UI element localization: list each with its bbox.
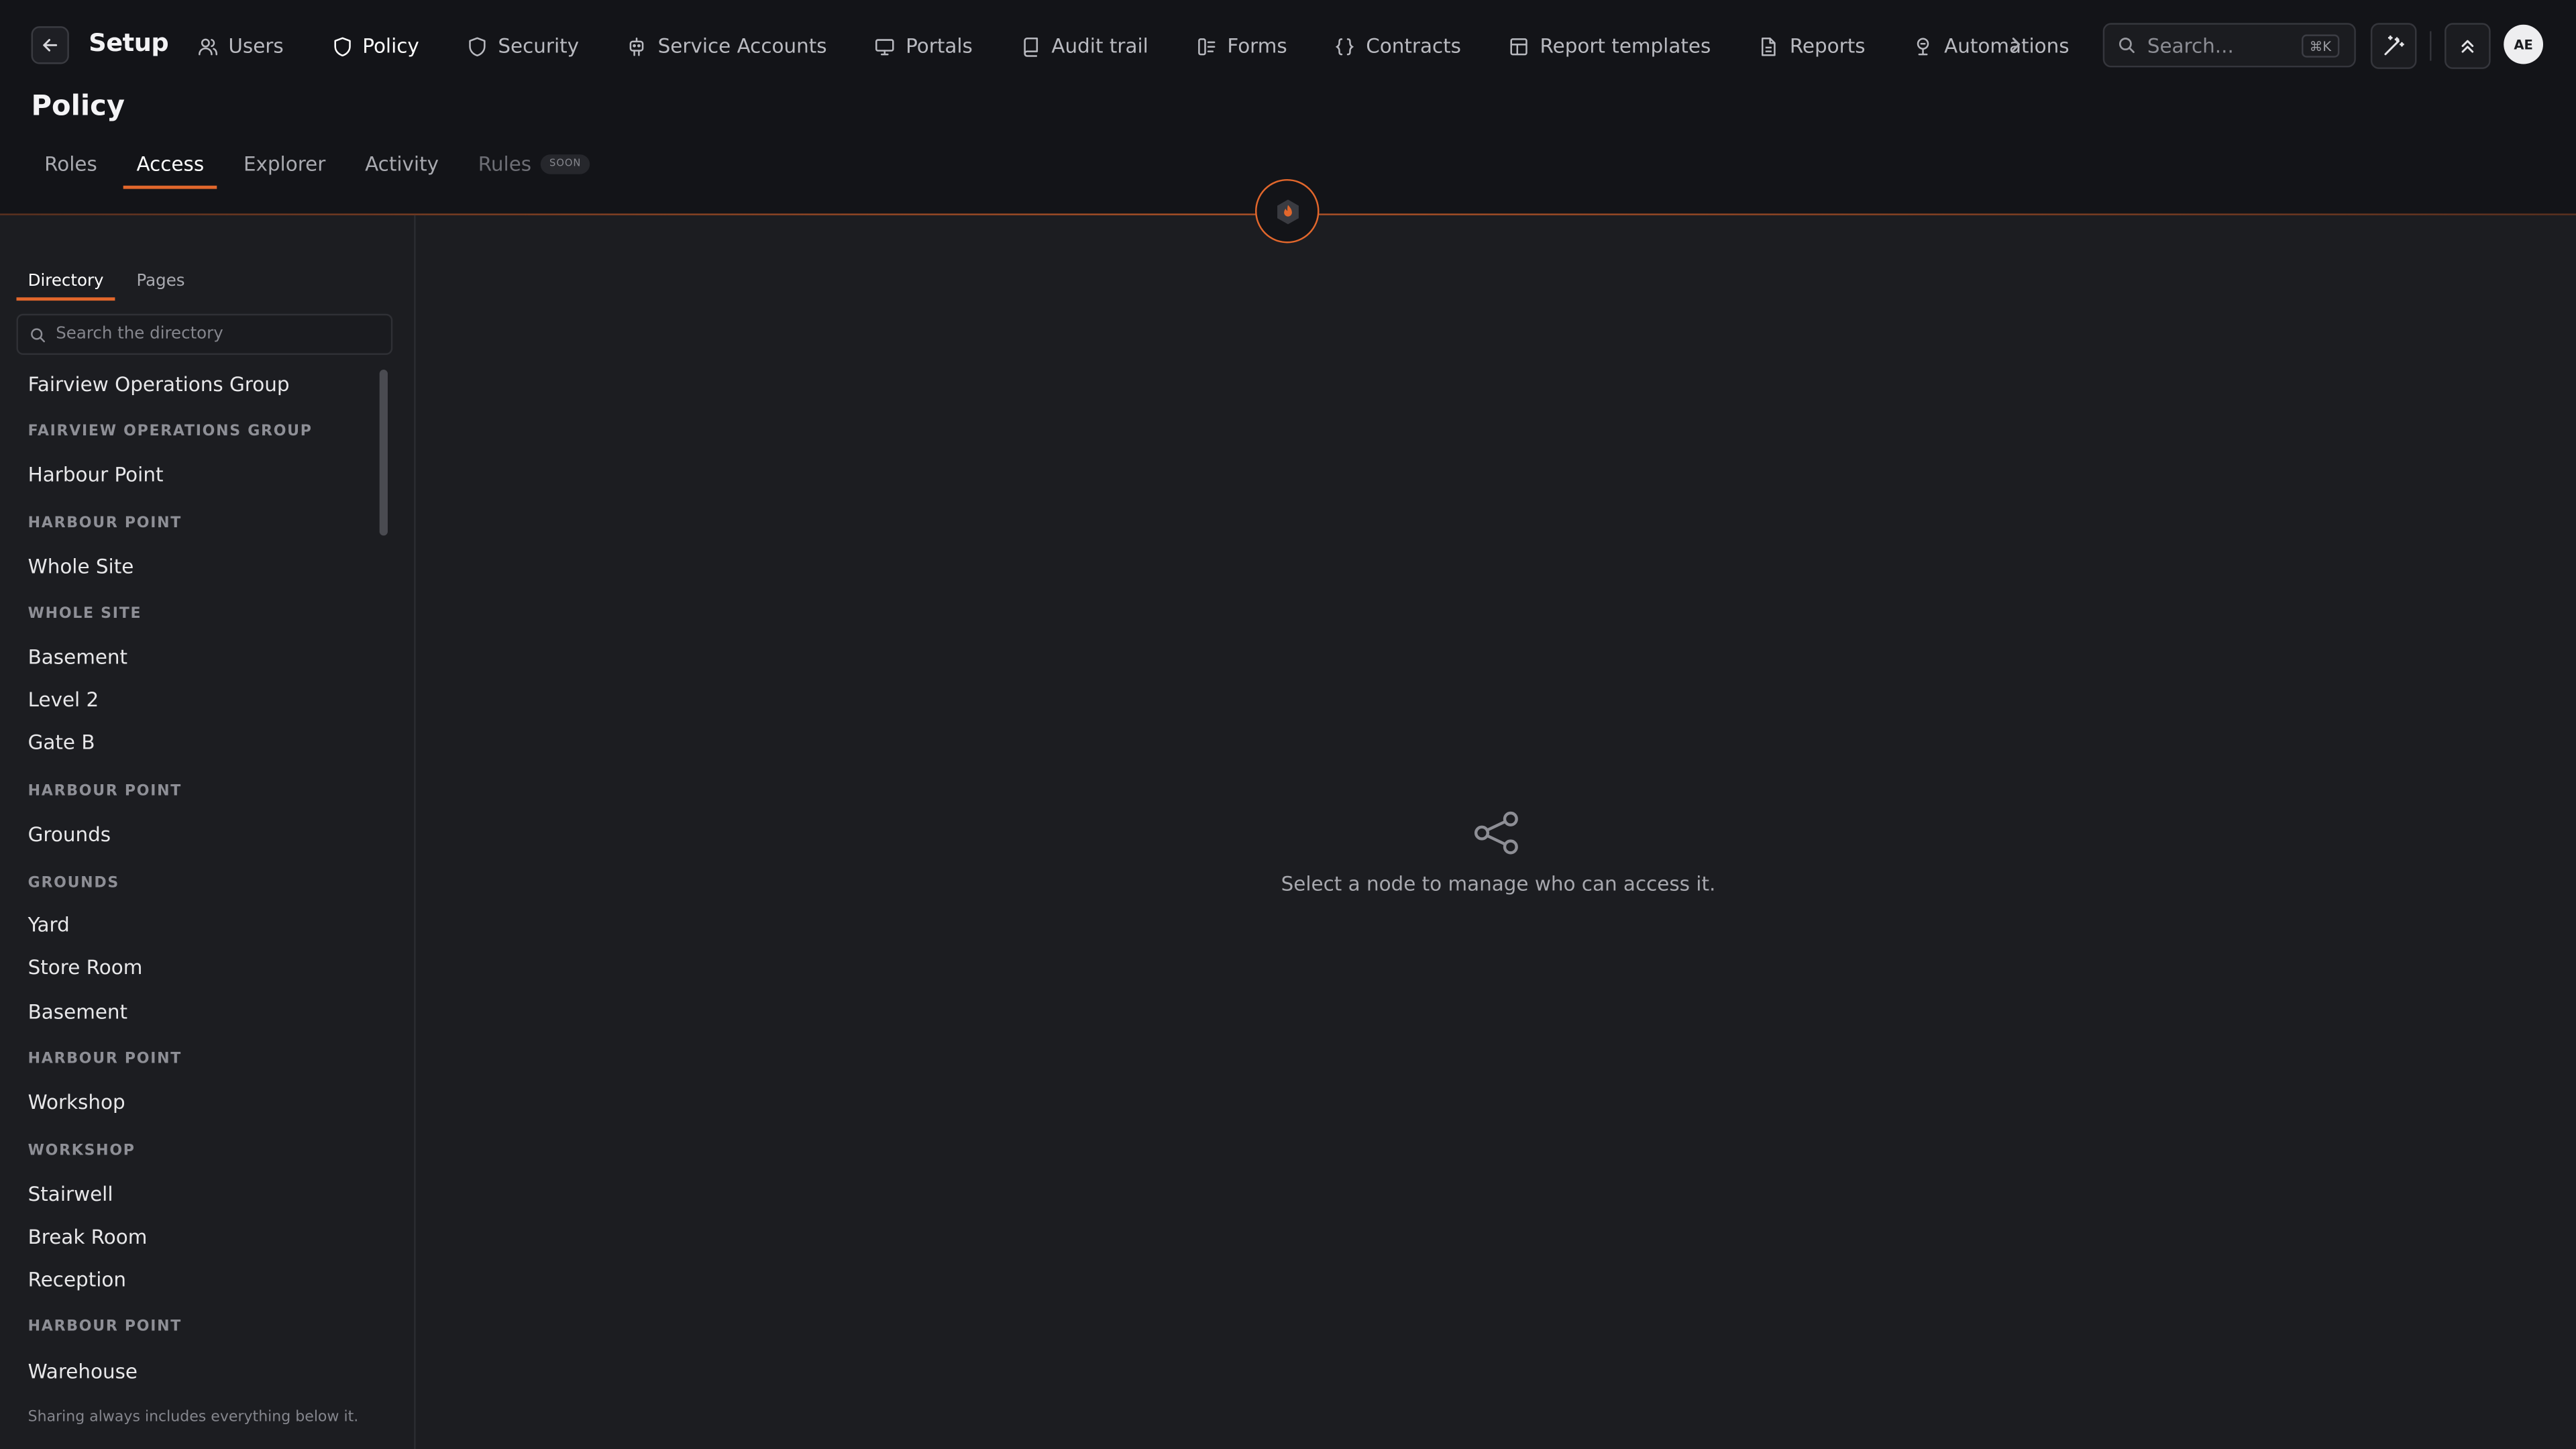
nav-item-audit-trail[interactable]: Audit trail: [1007, 0, 1161, 92]
tree-group-label: HARBOUR POINT: [28, 784, 182, 800]
nav-item-service-accounts[interactable]: Service Accounts: [614, 0, 841, 92]
users-icon: [199, 38, 218, 55]
tab-directory[interactable]: Directory: [16, 268, 115, 301]
nav-item-reports[interactable]: Reports: [1746, 0, 1878, 92]
tree-node[interactable]: Whole Site: [28, 555, 134, 578]
tab-explorer[interactable]: Explorer: [230, 138, 339, 191]
tree-group-label: HARBOUR POINT: [28, 515, 182, 533]
search-placeholder: Search...: [2147, 34, 2234, 57]
nav-label: Forms: [1227, 34, 1287, 58]
shield-icon: [333, 36, 350, 56]
chevron-right-icon[interactable]: [2004, 33, 2027, 56]
tree-node[interactable]: Gate B: [28, 731, 95, 754]
page-tabs: Roles Access Explorer Activity Rules SOO…: [32, 138, 616, 191]
nav-label: Reports: [1789, 34, 1866, 58]
avatar[interactable]: AE: [2504, 24, 2544, 64]
nav-item-portals[interactable]: Portals: [861, 0, 985, 92]
tab-activity[interactable]: Activity: [352, 138, 452, 191]
nav-item-automations[interactable]: Automations: [1900, 0, 2082, 92]
tab-rules-label: Rules: [478, 152, 532, 175]
tree-node[interactable]: Basement: [28, 645, 127, 668]
robot-icon: [630, 36, 645, 56]
nav-label: Report templates: [1540, 34, 1711, 58]
soon-badge: SOON: [541, 154, 590, 174]
nav-item-forms[interactable]: Forms: [1183, 0, 1300, 92]
app-window: Setup Users Policy Security Service Acco…: [0, 0, 2576, 1449]
separator: [2430, 31, 2432, 61]
sidebar-footer-note: Sharing always includes everything below…: [28, 1409, 359, 1426]
chevrons-up-icon: [2461, 40, 2474, 53]
monitor-icon: [875, 38, 895, 55]
template-icon: [1511, 37, 1528, 55]
braces-icon: [1336, 37, 1355, 55]
magic-wand-button[interactable]: [2370, 23, 2417, 69]
tree-group-label: FAIRVIEW OPERATIONS GROUP: [28, 423, 313, 441]
tree-node[interactable]: Fairview Operations Group: [28, 373, 290, 396]
shield-check-icon: [469, 36, 486, 56]
tree-node[interactable]: Level 2: [28, 688, 99, 711]
directory-sidebar: Directory Pages Search the directory Fai…: [0, 215, 416, 1449]
shortcut-hint: ⌘K: [2301, 34, 2340, 58]
tree-node[interactable]: Reception: [28, 1269, 126, 1291]
nav-label: Policy: [362, 34, 419, 58]
tree-node[interactable]: Store Room: [28, 956, 143, 979]
back-button[interactable]: [31, 26, 69, 64]
tab-rules: Rules SOON: [465, 138, 602, 191]
nav-item-users[interactable]: Users: [184, 0, 297, 92]
nav-label: Security: [498, 34, 580, 58]
page-title: Policy: [31, 90, 125, 123]
search-icon: [31, 327, 45, 341]
nav-label: Portals: [906, 34, 973, 58]
sidebar-tabs: Directory Pages: [16, 268, 196, 301]
directory-search-placeholder: Search the directory: [56, 325, 223, 343]
book-icon: [1024, 36, 1038, 56]
nav-label: Audit trail: [1051, 34, 1148, 58]
nav-item-contracts[interactable]: Contracts: [1322, 0, 1474, 92]
hexagon-logo-icon: [1276, 199, 1298, 224]
sidebar-scrollbar[interactable]: [379, 370, 388, 536]
arrow-left-icon: [43, 39, 58, 52]
form-icon: [1198, 37, 1216, 55]
tree-node[interactable]: Grounds: [28, 823, 111, 846]
tree-node[interactable]: Basement: [28, 1000, 127, 1023]
automation-icon: [1917, 37, 1930, 55]
empty-state-message: Select a node to manage who can access i…: [1281, 872, 1716, 896]
nav-label: Service Accounts: [657, 34, 827, 58]
brand-logo: [1255, 178, 1320, 244]
share-icon: [1474, 811, 1518, 855]
global-search[interactable]: Search... ⌘K: [2102, 23, 2356, 68]
nav-item-security[interactable]: Security: [453, 0, 592, 92]
tree-node[interactable]: Yard: [28, 914, 70, 936]
main-nav: Users Policy Security Service Accounts P…: [184, 0, 2104, 92]
tree-group-label: HARBOUR POINT: [28, 1319, 182, 1336]
search-icon: [2118, 38, 2135, 54]
app-title: Setup: [89, 28, 169, 58]
tree-group-label: HARBOUR POINT: [28, 1051, 182, 1068]
tree-group-label: WORKSHOP: [28, 1143, 136, 1160]
tree-node[interactable]: Break Room: [28, 1226, 148, 1248]
collapse-button[interactable]: [2445, 23, 2491, 69]
tree-group-label: WHOLE SITE: [28, 606, 142, 623]
tree-group-label: GROUNDS: [28, 875, 119, 892]
tree-node[interactable]: Workshop: [28, 1091, 125, 1114]
tab-pages[interactable]: Pages: [125, 268, 196, 301]
tab-roles[interactable]: Roles: [32, 138, 111, 191]
nav-item-report-templates[interactable]: Report templates: [1495, 0, 1723, 92]
top-bar: Setup Users Policy Security Service Acco…: [0, 0, 2576, 92]
tree-node[interactable]: Stairwell: [28, 1183, 113, 1205]
tree-node[interactable]: Warehouse: [28, 1360, 138, 1383]
tree-node[interactable]: Harbour Point: [28, 464, 164, 486]
nav-label: Contracts: [1366, 34, 1461, 58]
directory-search-input[interactable]: Search the directory: [16, 313, 393, 355]
magic-wand-icon: [2384, 35, 2404, 56]
file-icon: [1762, 36, 1776, 56]
nav-label: Users: [228, 34, 284, 58]
nav-item-policy[interactable]: Policy: [318, 0, 432, 92]
tab-access[interactable]: Access: [123, 138, 217, 191]
